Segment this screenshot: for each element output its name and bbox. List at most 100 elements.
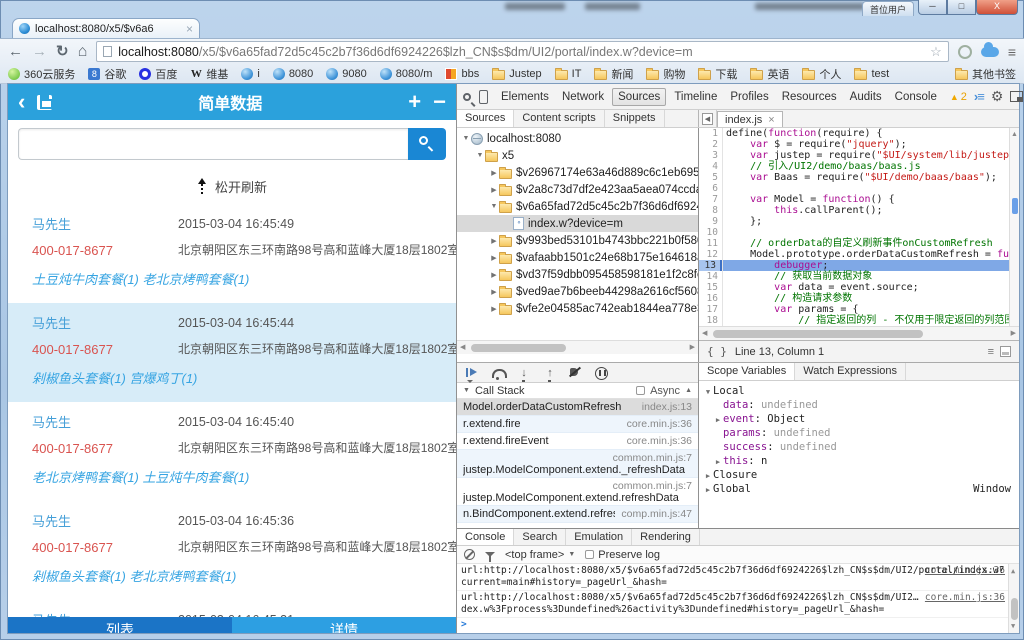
sources-tab-snippets[interactable]: Snippets <box>605 110 665 127</box>
collapsed-arrow-icon[interactable]: ▶ <box>489 305 499 313</box>
console-prompt[interactable]: > <box>457 618 1019 631</box>
line-number[interactable]: 3 <box>699 150 722 161</box>
order-items[interactable]: 土豆炖牛肉套餐(1) 老北京烤鸭套餐(1) <box>32 269 448 288</box>
tab-close-icon[interactable] <box>186 24 193 34</box>
collapsed-arrow-icon[interactable]: ▶ <box>703 469 713 483</box>
order-items[interactable]: 老北京烤鸭套餐(1) 土豆炖牛肉套餐(1) <box>32 467 448 486</box>
bookmark-item[interactable]: i <box>241 68 259 80</box>
order-phone[interactable]: 400-017-8677 <box>32 243 113 258</box>
bookmark-item[interactable]: 购物 <box>646 66 685 82</box>
bottom-tab-0[interactable]: 列表 <box>8 617 232 633</box>
order-items[interactable]: 剁椒鱼头套餐(1) 宫爆鸡丁(1) <box>32 368 448 387</box>
bookmark-item[interactable]: bbs <box>445 68 479 80</box>
devtools-tab-sources[interactable]: Sources <box>612 88 666 106</box>
collapsed-arrow-icon[interactable]: ▶ <box>489 288 499 296</box>
line-number[interactable]: 13 <box>699 260 722 271</box>
collapsed-arrow-icon[interactable]: ▶ <box>713 455 723 469</box>
statusbar-panel-icon[interactable] <box>1000 346 1011 357</box>
deactivate-breakpoints-icon[interactable] <box>569 367 583 379</box>
order-phone[interactable]: 400-017-8677 <box>32 441 113 456</box>
line-number[interactable]: 17 <box>699 304 722 315</box>
editor-hscrollbar[interactable]: ◀ ▶ <box>699 326 1019 340</box>
bookmark-item[interactable]: 个人 <box>802 66 841 82</box>
order-phone[interactable]: 400-017-8677 <box>32 342 113 357</box>
step-over-icon[interactable] <box>491 367 505 379</box>
console-tab-search[interactable]: Search <box>514 529 566 545</box>
tree-item[interactable]: index.w?device=m <box>457 215 698 232</box>
order-card[interactable]: 马先生2015-03-04 16:45:40400-017-8677北京朝阳区东… <box>8 402 456 501</box>
callstack-header[interactable]: Call Stack Async <box>457 383 698 399</box>
order-card[interactable]: 马先生2015-03-04 16:45:36400-017-8677北京朝阳区东… <box>8 501 456 600</box>
preserve-log-toggle[interactable]: Preserve log <box>585 549 660 561</box>
line-number[interactable]: 1 <box>699 128 722 139</box>
bookmark-item[interactable]: 谷歌 <box>88 66 126 82</box>
frame-location[interactable]: core.min.js:36 <box>627 418 692 430</box>
tree-item[interactable]: ▼$v6a65fad72d5c45c2b7f36d6df6924226$ <box>457 198 698 215</box>
warning-count-badge[interactable]: 2 <box>950 91 967 103</box>
bookmark-item[interactable]: 英语 <box>750 66 789 82</box>
menu-icon[interactable] <box>1008 44 1016 60</box>
line-number[interactable]: 2 <box>699 139 722 150</box>
line-number[interactable]: 4 <box>699 161 722 172</box>
collapsed-arrow-icon[interactable]: ▶ <box>489 186 499 194</box>
frame-location[interactable]: index.js:13 <box>642 401 692 413</box>
line-number[interactable]: 18 <box>699 315 722 326</box>
bookmark-item[interactable]: 8080 <box>273 68 313 80</box>
inspect-icon[interactable] <box>463 93 471 101</box>
pause-on-exceptions-icon[interactable] <box>595 367 609 379</box>
scope-section[interactable]: ▶GlobalWindow <box>699 482 1019 496</box>
file-tab-close-icon[interactable] <box>768 114 774 126</box>
tree-item[interactable]: ▶$vfe2e04585ac742eab1844ea778e3ff42$ <box>457 300 698 317</box>
gear-icon[interactable] <box>991 88 1004 105</box>
scope-section[interactable]: ▶Closure <box>699 468 1019 482</box>
console-tab-console[interactable]: Console <box>457 529 514 545</box>
resume-icon[interactable] <box>465 367 479 379</box>
step-out-icon[interactable] <box>543 367 557 379</box>
reload-icon[interactable] <box>56 44 69 59</box>
tree-item[interactable]: ▶$v2a8c73d7df2e423aa5aea074ccdac15a$ <box>457 181 698 198</box>
line-number[interactable]: 14 <box>699 271 722 282</box>
bookmark-item[interactable]: 360云服务 <box>8 66 75 82</box>
search-input[interactable] <box>18 128 408 160</box>
collapsed-arrow-icon[interactable]: ▶ <box>489 271 499 279</box>
tree-item[interactable]: ▼x5 <box>457 147 698 164</box>
scope-section[interactable]: ▼Local <box>699 384 1019 398</box>
minus-icon[interactable] <box>433 88 446 116</box>
add-icon[interactable] <box>408 87 421 117</box>
bookmark-item[interactable]: 9080 <box>326 68 366 80</box>
line-number[interactable]: 9 <box>699 216 722 227</box>
scope-prop[interactable]: ▶this: n <box>699 454 1019 468</box>
console-tab-rendering[interactable]: Rendering <box>632 529 700 545</box>
scope-tab-watch-expressions[interactable]: Watch Expressions <box>795 363 906 380</box>
line-number[interactable]: 15 <box>699 282 722 293</box>
preserve-log-checkbox[interactable] <box>585 550 594 559</box>
minimize-button[interactable]: ─ <box>918 0 947 15</box>
frame-selector[interactable]: <top frame> <box>505 549 575 561</box>
clear-console-icon[interactable] <box>464 549 475 560</box>
frame-location[interactable]: common.min.js:7 <box>463 452 692 464</box>
callstack-frame[interactable]: Model.orderDataCustomRefreshindex.js:13 <box>457 399 698 416</box>
order-customer-name[interactable]: 马先生 <box>32 514 71 529</box>
maximize-button[interactable]: □ <box>947 0 976 15</box>
bookmark-item[interactable]: 新闻 <box>594 66 633 82</box>
devtools-tab-console[interactable]: Console <box>890 88 942 106</box>
tree-item[interactable]: ▼localhost:8080 <box>457 130 698 147</box>
extension-icon[interactable] <box>958 45 972 59</box>
bottom-tab-1[interactable]: 详情 <box>232 617 456 633</box>
bookmark-item[interactable]: 下载 <box>698 66 737 82</box>
order-customer-name[interactable]: 马先生 <box>32 415 71 430</box>
tree-item[interactable]: ▶$v993bed53101b4743bbc221b0f5809d41 <box>457 232 698 249</box>
sources-tab-sources[interactable]: Sources <box>457 110 514 127</box>
browser-tab[interactable]: localhost:8080/x5/$v6a6 <box>12 18 200 38</box>
devtools-tab-audits[interactable]: Audits <box>845 88 887 106</box>
callstack-frame[interactable]: n.BindComponent.extend.refreshcomp.min.j… <box>457 506 698 523</box>
console-tab-emulation[interactable]: Emulation <box>566 529 632 545</box>
order-card[interactable]: 马先生2015-03-04 16:45:44400-017-8677北京朝阳区东… <box>8 303 456 402</box>
home-icon[interactable] <box>78 44 88 60</box>
expanded-arrow-icon[interactable]: ▼ <box>489 203 499 210</box>
editor-vscrollbar[interactable]: ▲ <box>1009 128 1019 326</box>
devtools-tab-resources[interactable]: Resources <box>777 88 842 106</box>
order-card[interactable]: 马先生2015-03-04 16:45:49400-017-8677北京朝阳区东… <box>8 204 456 303</box>
navigator-hscrollbar[interactable]: ◀ ▶ <box>457 340 698 354</box>
tree-item[interactable]: ▶$vafaabb1501c24e68b175e164618a0b9e <box>457 249 698 266</box>
